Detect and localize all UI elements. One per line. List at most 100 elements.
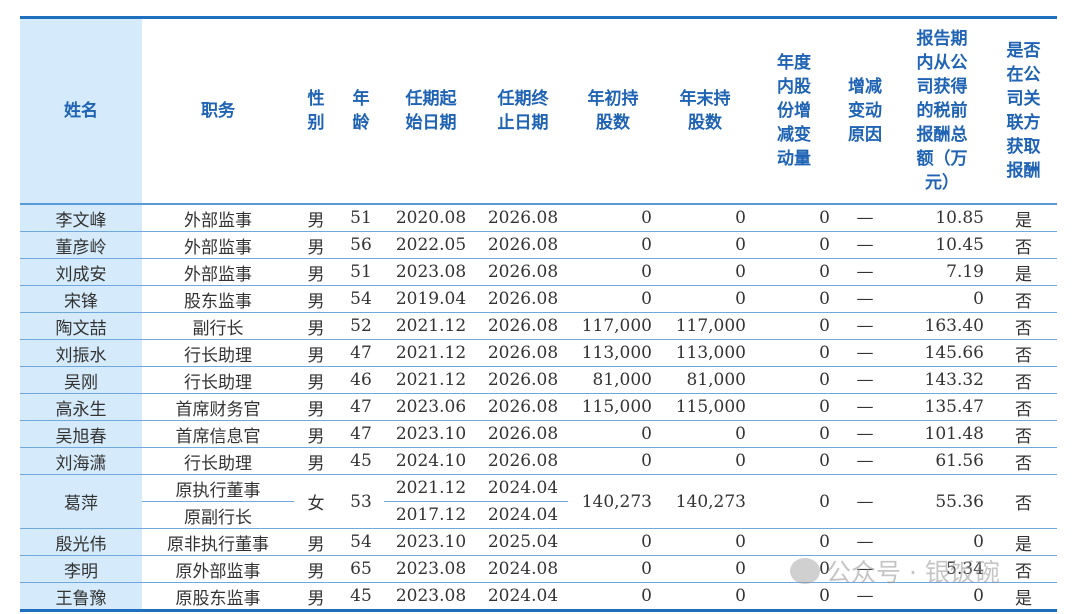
cell-term-end: 2026.08	[478, 231, 568, 259]
cell-gender: 男	[294, 393, 338, 421]
cell-shares-end: 0	[658, 582, 752, 611]
cell-role: 原副行长	[142, 501, 294, 529]
cell-related-party-pay: 否	[990, 393, 1057, 421]
cell-name: 刘海潇	[20, 447, 142, 475]
cell-gender: 男	[294, 447, 338, 475]
cell-name: 刘成安	[20, 258, 142, 286]
header-label: 报告期 内从公 司获得 的税前 报酬总 额（万 元）	[916, 29, 968, 193]
cell-shares-change: 0	[752, 366, 836, 394]
cell-change-reason: —	[836, 285, 894, 313]
cell-pre-tax-pay: 145.66	[894, 339, 990, 367]
cell-age: 65	[338, 555, 384, 583]
table-row: 李文峰 外部监事男 51 2020.08 2026.08 0 0 0—10.85 是	[20, 204, 1057, 232]
cell-role: 行长助理	[142, 447, 294, 475]
cell-name: 王鲁豫	[20, 582, 142, 611]
cell-related-party-pay: 是	[990, 258, 1057, 286]
cell-name: 殷光伟	[20, 528, 142, 556]
table-row: 刘振水 行长助理男 47 2021.12 2026.08 113,000 113,000 0—…	[20, 339, 1057, 367]
cell-term-end: 2026.08	[478, 420, 568, 448]
cell-shares-begin: 117,000	[568, 312, 658, 340]
cell-age: 47	[338, 339, 384, 367]
table-row: 殷光伟 原非执行董事男 54 2023.10 2025.04 0 0 0—0 是	[20, 528, 1057, 556]
cell-term-start: 2023.10	[384, 420, 478, 448]
header-related-party-pay: 是否 在公 司关 联方 获取 报酬	[990, 17, 1057, 205]
cell-role: 首席财务官	[142, 393, 294, 421]
header-role: 职务	[142, 17, 294, 205]
header-label: 年度 内股 份增 减变 动量	[777, 53, 811, 169]
header-name: 姓名	[20, 17, 142, 205]
cell-shares-change: 0	[752, 339, 836, 367]
cell-shares-begin: 0	[568, 582, 658, 611]
supervisors-executives-table: 姓名 职务 性 别 年 龄 任期起 始日期 任期终 止日期 年初持 股数 年末持 股数 年度 内…	[20, 16, 1057, 612]
header-label: 年 龄	[352, 89, 370, 133]
cell-gender: 男	[294, 312, 338, 340]
cell-pre-tax-pay: 0	[894, 582, 990, 611]
cell-term-end: 2026.08	[478, 204, 568, 232]
cell-shares-end: 140,273	[658, 474, 752, 529]
cell-name: 宋锋	[20, 285, 142, 313]
cell-age: 52	[338, 312, 384, 340]
cell-term-start: 2021.12	[384, 366, 478, 394]
cell-shares-change: 0	[752, 528, 836, 556]
cell-change-reason: —	[836, 447, 894, 475]
cell-related-party-pay: 是	[990, 204, 1057, 232]
cell-change-reason: —	[836, 420, 894, 448]
table-row: 葛萍 原执行董事女 53 2021.12 2024.04 140,273 140,273 0—…	[20, 474, 1057, 529]
cell-shares-end: 0	[658, 528, 752, 556]
cell-term-start: 2021.12	[384, 312, 478, 340]
cell-shares-end: 0	[658, 555, 752, 583]
cell-gender: 男	[294, 231, 338, 259]
cell-gender: 男	[294, 258, 338, 286]
cell-gender: 男	[294, 528, 338, 556]
table-row: 董彦岭 外部监事男 56 2022.05 2026.08 0 0 0—10.45 否	[20, 231, 1057, 259]
cell-role: 行长助理	[142, 366, 294, 394]
cell-age: 51	[338, 258, 384, 286]
cell-term-start: 2023.08	[384, 582, 478, 611]
cell-term-start: 2021.12	[384, 474, 478, 502]
cell-role: 外部监事	[142, 204, 294, 232]
cell-pre-tax-pay: 0	[894, 528, 990, 556]
table-row: 李明 原外部监事男 65 2023.08 2024.08 0 0 0—5.34 否	[20, 555, 1057, 583]
cell-shares-change: 0	[752, 420, 836, 448]
header-age: 年 龄	[338, 17, 384, 205]
cell-role: 行长助理	[142, 339, 294, 367]
cell-shares-end: 115,000	[658, 393, 752, 421]
cell-change-reason: —	[836, 339, 894, 367]
header-label: 增减 变动 原因	[848, 77, 882, 145]
cell-age: 54	[338, 528, 384, 556]
cell-pre-tax-pay: 101.48	[894, 420, 990, 448]
cell-term-end: 2025.04	[478, 528, 568, 556]
table-row: 刘海潇 行长助理男 45 2024.10 2026.08 0 0 0—61.56 否	[20, 447, 1057, 475]
header-label: 姓名	[64, 101, 98, 121]
cell-age: 47	[338, 420, 384, 448]
cell-pre-tax-pay: 135.47	[894, 393, 990, 421]
cell-related-party-pay: 否	[990, 447, 1057, 475]
cell-shares-change: 0	[752, 474, 836, 529]
cell-shares-begin: 0	[568, 285, 658, 313]
cell-change-reason: —	[836, 204, 894, 232]
cell-term-end: 2026.08	[478, 339, 568, 367]
cell-shares-change: 0	[752, 393, 836, 421]
table-row: 高永生 首席财务官男 47 2023.06 2026.08 115,000 115,000 0…	[20, 393, 1057, 421]
cell-gender: 男	[294, 582, 338, 611]
cell-age: 46	[338, 366, 384, 394]
table-row: 吴旭春 首席信息官男 47 2023.10 2026.08 0 0 0—101.48 否	[20, 420, 1057, 448]
cell-pre-tax-pay: 7.19	[894, 258, 990, 286]
header-pre-tax-pay: 报告期 内从公 司获得 的税前 报酬总 额（万 元）	[894, 17, 990, 205]
cell-shares-end: 0	[658, 285, 752, 313]
cell-role: 股东监事	[142, 285, 294, 313]
cell-name: 李文峰	[20, 204, 142, 232]
cell-pre-tax-pay: 0	[894, 285, 990, 313]
cell-term-end: 2024.04	[478, 501, 568, 529]
cell-shares-change: 0	[752, 582, 836, 611]
cell-shares-end: 0	[658, 231, 752, 259]
cell-pre-tax-pay: 5.34	[894, 555, 990, 583]
cell-name: 李明	[20, 555, 142, 583]
cell-shares-end: 0	[658, 420, 752, 448]
cell-name: 葛萍	[20, 474, 142, 529]
cell-pre-tax-pay: 143.32	[894, 366, 990, 394]
cell-change-reason: —	[836, 474, 894, 529]
header-term-end: 任期终 止日期	[478, 17, 568, 205]
header-term-start: 任期起 始日期	[384, 17, 478, 205]
cell-shares-end: 113,000	[658, 339, 752, 367]
